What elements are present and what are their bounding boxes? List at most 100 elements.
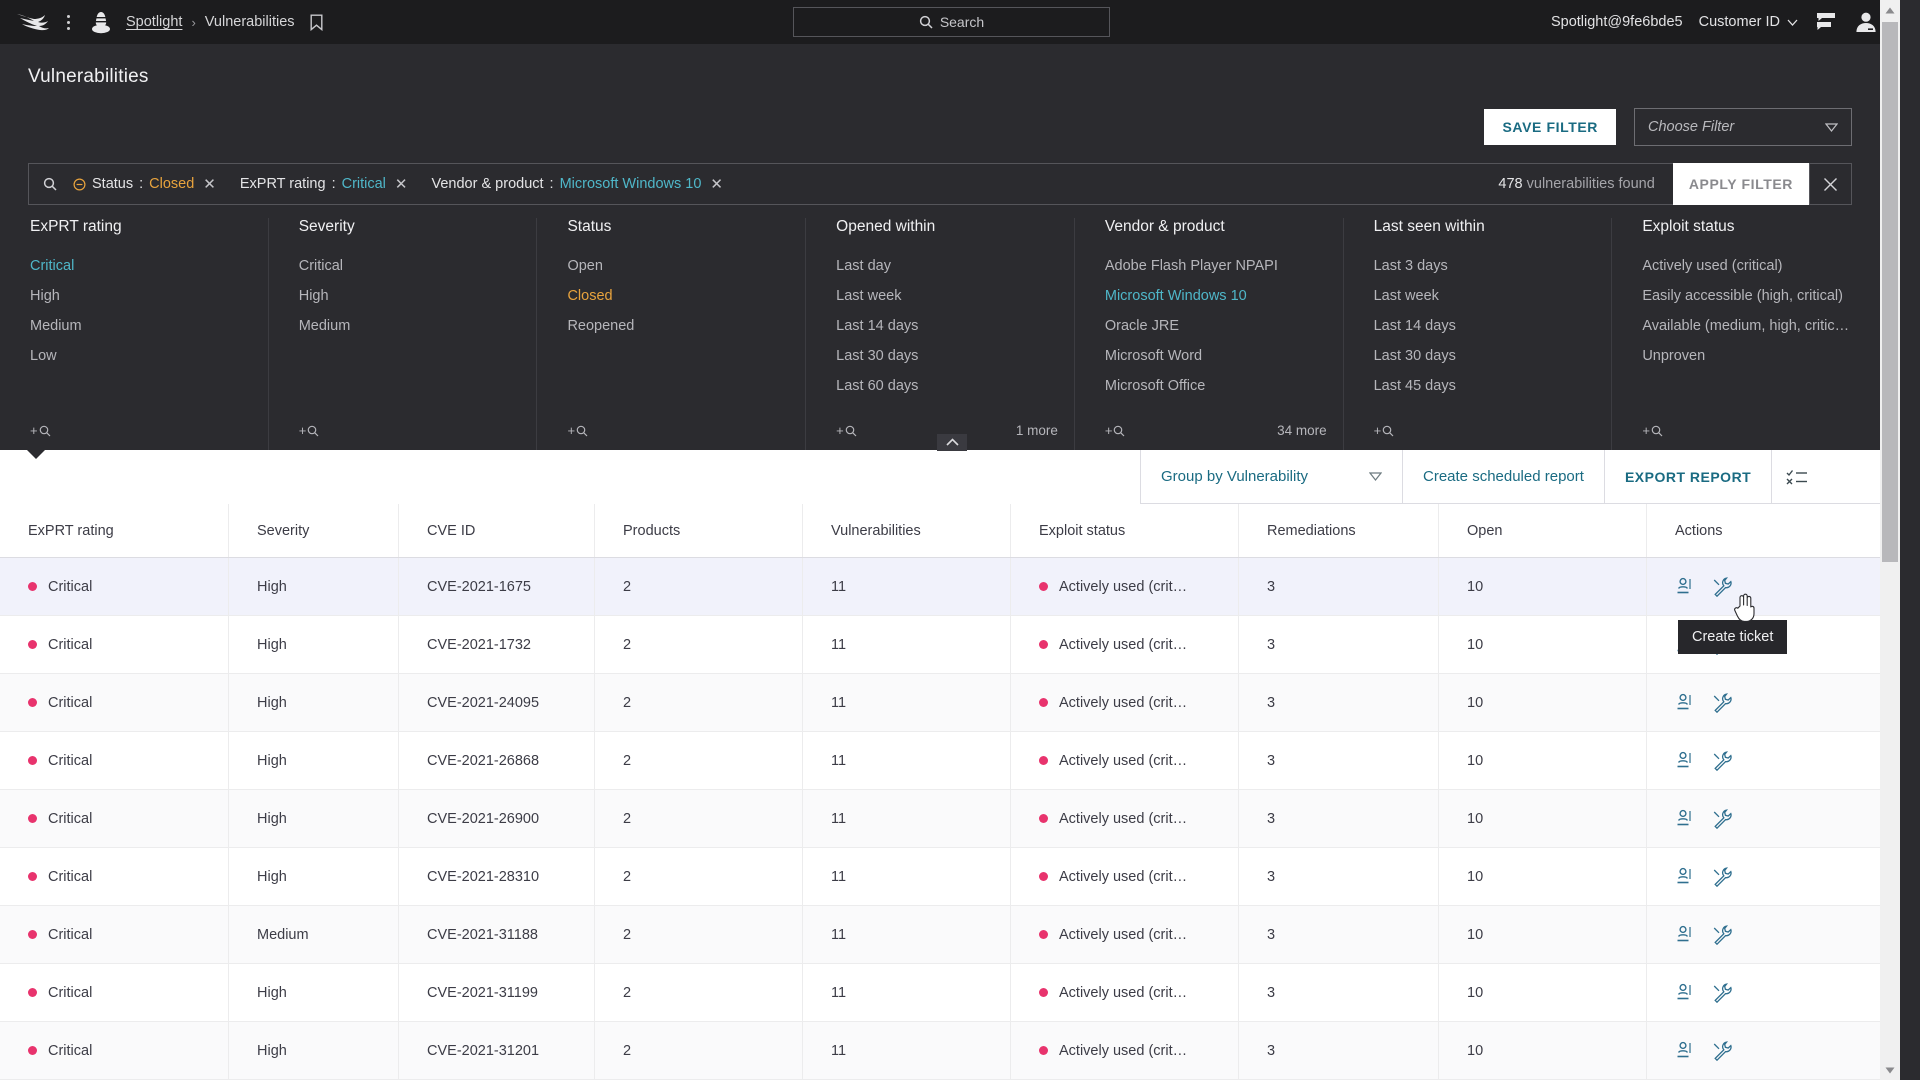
facet-option[interactable]: Last 3 days bbox=[1374, 258, 1612, 274]
create-ticket-wrench-icon[interactable] bbox=[1712, 1040, 1733, 1061]
facet-add-filter-button[interactable]: + bbox=[567, 423, 588, 438]
create-ticket-wrench-icon[interactable] bbox=[1712, 924, 1733, 945]
save-filter-button[interactable]: SAVE FILTER bbox=[1484, 109, 1616, 145]
exclude-circle-icon[interactable] bbox=[73, 177, 86, 191]
user-avatar-icon[interactable] bbox=[1854, 11, 1878, 33]
customer-id-dropdown[interactable]: Customer ID bbox=[1699, 14, 1798, 30]
facet-option[interactable]: Actively used (critical) bbox=[1642, 258, 1880, 274]
facet-add-filter-button[interactable]: + bbox=[836, 423, 857, 438]
facet-option[interactable]: Last 14 days bbox=[836, 318, 1074, 334]
assign-user-icon[interactable] bbox=[1675, 1040, 1696, 1061]
breadcrumb-root-link[interactable]: Spotlight bbox=[126, 14, 182, 30]
facet-option[interactable]: Last week bbox=[836, 288, 1074, 304]
group-by-dropdown[interactable]: Group by Vulnerability bbox=[1140, 450, 1402, 503]
facet-option[interactable]: Adobe Flash Player NPAPI bbox=[1105, 258, 1343, 274]
column-chooser-icon[interactable] bbox=[1771, 450, 1822, 503]
create-scheduled-report-button[interactable]: Create scheduled report bbox=[1402, 450, 1604, 503]
cell-cve-id[interactable]: CVE-2021-31188 bbox=[398, 906, 594, 963]
create-ticket-wrench-icon[interactable] bbox=[1712, 692, 1733, 713]
facet-option[interactable]: Last 60 days bbox=[836, 378, 1074, 394]
cell-cve-id[interactable]: CVE-2021-26868 bbox=[398, 732, 594, 789]
scroll-down-arrow-icon[interactable] bbox=[1880, 1060, 1900, 1080]
kebab-menu-icon[interactable] bbox=[56, 10, 80, 34]
facet-option[interactable]: Microsoft Word bbox=[1105, 348, 1343, 364]
facet-add-filter-button[interactable]: + bbox=[1374, 423, 1395, 438]
table-row[interactable]: Critical High CVE-2021-1732 2 11 Activel… bbox=[0, 616, 1880, 674]
facet-option[interactable]: High bbox=[30, 288, 268, 304]
filter-chip-status[interactable]: Status : Closed ✕ bbox=[73, 175, 216, 193]
chip-remove-icon[interactable]: ✕ bbox=[395, 175, 408, 193]
table-row[interactable]: Critical Medium CVE-2021-31188 2 11 Acti… bbox=[0, 906, 1880, 964]
filter-chip-vendor-product[interactable]: Vendor & product : Microsoft Windows 10 … bbox=[431, 175, 723, 193]
facet-add-filter-button[interactable]: + bbox=[299, 423, 320, 438]
column-header-vulnerabilities[interactable]: Vulnerabilities bbox=[802, 504, 1010, 557]
facet-option[interactable]: Unproven bbox=[1642, 348, 1880, 364]
create-ticket-wrench-icon[interactable] bbox=[1712, 982, 1733, 1003]
global-search-input[interactable]: Search bbox=[793, 7, 1110, 37]
cell-cve-id[interactable]: CVE-2021-31201 bbox=[398, 1022, 594, 1079]
page-scrollbar[interactable] bbox=[1880, 0, 1900, 1080]
scroll-up-arrow-icon[interactable] bbox=[1880, 0, 1900, 20]
table-row[interactable]: Critical High CVE-2021-31201 2 11 Active… bbox=[0, 1022, 1880, 1080]
choose-filter-dropdown[interactable]: Choose Filter bbox=[1634, 108, 1852, 146]
table-row[interactable]: Critical High CVE-2021-26868 2 11 Active… bbox=[0, 732, 1880, 790]
facet-option[interactable]: Reopened bbox=[567, 318, 805, 334]
facet-option[interactable]: Last 30 days bbox=[1374, 348, 1612, 364]
facet-more-link[interactable]: 34 more bbox=[1277, 423, 1327, 438]
facet-option[interactable]: Microsoft Office bbox=[1105, 378, 1343, 394]
column-header-remediations[interactable]: Remediations bbox=[1238, 504, 1438, 557]
cell-cve-id[interactable]: CVE-2021-26900 bbox=[398, 790, 594, 847]
collapse-facets-button[interactable] bbox=[937, 434, 967, 451]
facet-option[interactable]: Medium bbox=[30, 318, 268, 334]
bookmark-icon[interactable] bbox=[310, 14, 323, 31]
facet-option[interactable]: Oracle JRE bbox=[1105, 318, 1343, 334]
table-row[interactable]: Critical High CVE-2021-26900 2 11 Active… bbox=[0, 790, 1880, 848]
facet-option[interactable]: Low bbox=[30, 348, 268, 364]
chip-remove-icon[interactable]: ✕ bbox=[710, 175, 723, 193]
facet-option[interactable]: Medium bbox=[299, 318, 537, 334]
assign-user-icon[interactable] bbox=[1675, 576, 1696, 597]
table-row[interactable]: Critical High CVE-2021-28310 2 11 Active… bbox=[0, 848, 1880, 906]
column-header-exploit-status[interactable]: Exploit status bbox=[1010, 504, 1238, 557]
assign-user-icon[interactable] bbox=[1675, 692, 1696, 713]
table-row[interactable]: Critical High CVE-2021-24095 2 11 Active… bbox=[0, 674, 1880, 732]
create-ticket-wrench-icon[interactable] bbox=[1712, 576, 1733, 597]
facet-add-filter-button[interactable]: + bbox=[30, 423, 51, 438]
scrollbar-thumb[interactable] bbox=[1882, 22, 1898, 562]
assign-user-icon[interactable] bbox=[1675, 924, 1696, 945]
facet-more-link[interactable]: 1 more bbox=[1016, 423, 1058, 438]
facet-option[interactable]: Critical bbox=[299, 258, 537, 274]
export-report-button[interactable]: EXPORT REPORT bbox=[1603, 450, 1771, 503]
chip-remove-icon[interactable]: ✕ bbox=[203, 175, 216, 193]
facet-add-filter-button[interactable]: + bbox=[1105, 423, 1126, 438]
clear-filters-close-icon[interactable] bbox=[1809, 163, 1851, 205]
filter-chip-exprt-rating[interactable]: ExPRT rating : Critical ✕ bbox=[240, 175, 408, 193]
cell-cve-id[interactable]: CVE-2021-1732 bbox=[398, 616, 594, 673]
cell-cve-id[interactable]: CVE-2021-24095 bbox=[398, 674, 594, 731]
assign-user-icon[interactable] bbox=[1675, 982, 1696, 1003]
create-ticket-wrench-icon[interactable] bbox=[1712, 750, 1733, 771]
column-header-cve-id[interactable]: CVE ID bbox=[398, 504, 594, 557]
column-header-open[interactable]: Open bbox=[1438, 504, 1646, 557]
falcon-logo-icon[interactable] bbox=[16, 12, 50, 32]
assign-user-icon[interactable] bbox=[1675, 866, 1696, 887]
apply-filter-button[interactable]: APPLY FILTER bbox=[1672, 163, 1809, 205]
column-header-products[interactable]: Products bbox=[594, 504, 802, 557]
facet-option[interactable]: Critical bbox=[30, 258, 268, 274]
facet-option[interactable]: Last 30 days bbox=[836, 348, 1074, 364]
create-ticket-wrench-icon[interactable] bbox=[1712, 866, 1733, 887]
facet-option[interactable]: Last 45 days bbox=[1374, 378, 1612, 394]
facet-option[interactable]: Last week bbox=[1374, 288, 1612, 304]
facet-option[interactable]: Last 14 days bbox=[1374, 318, 1612, 334]
facet-option[interactable]: Microsoft Windows 10 bbox=[1105, 288, 1343, 304]
create-ticket-wrench-icon[interactable] bbox=[1712, 808, 1733, 829]
facet-option[interactable]: High bbox=[299, 288, 537, 304]
facet-option[interactable]: Last day bbox=[836, 258, 1074, 274]
facet-option[interactable]: Available (medium, high, critic… bbox=[1642, 318, 1880, 334]
facet-option[interactable]: Closed bbox=[567, 288, 805, 304]
column-header-exprt-rating[interactable]: ExPRT rating bbox=[0, 504, 228, 557]
cell-cve-id[interactable]: CVE-2021-28310 bbox=[398, 848, 594, 905]
support-chat-icon[interactable] bbox=[1814, 12, 1838, 32]
spotlight-cone-icon[interactable] bbox=[88, 10, 114, 34]
column-header-severity[interactable]: Severity bbox=[228, 504, 398, 557]
